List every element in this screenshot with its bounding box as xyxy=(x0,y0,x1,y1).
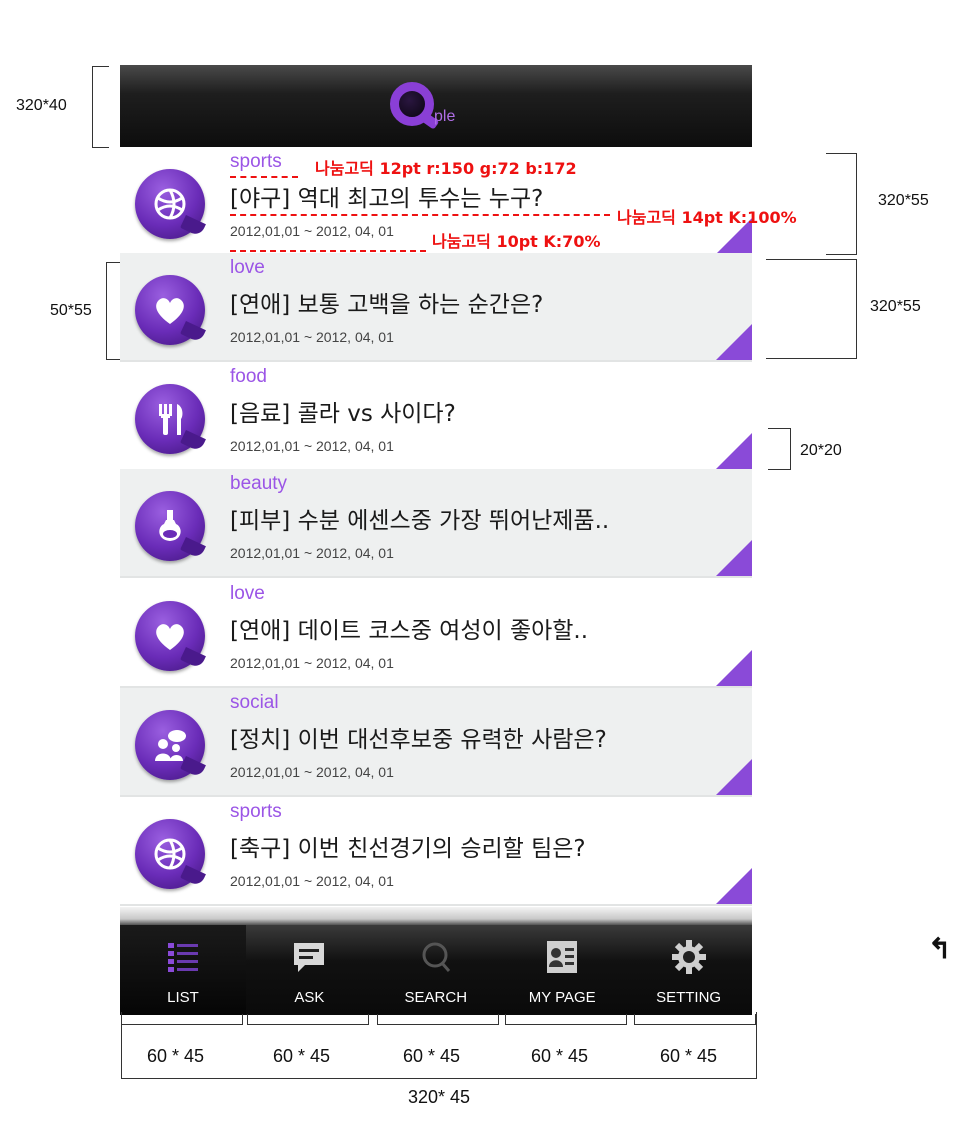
tab-search[interactable]: SEARCH xyxy=(373,925,499,1015)
tabbar-size-bracket xyxy=(121,1012,757,1079)
item-date-range: 2012,01,01 ~ 2012, 04, 01 xyxy=(230,764,394,780)
date-font-note: 나눔고딕 10pt K:70% xyxy=(432,232,601,251)
corner-triangle-icon xyxy=(714,433,752,471)
item-date-range: 2012,01,01 ~ 2012, 04, 01 xyxy=(230,545,394,561)
list-item[interactable]: sports [축구] 이번 친선경기의 승리할 팀은? 2012,01,01 ~ … xyxy=(120,797,752,906)
icon-size-note: 50*55 xyxy=(50,302,92,319)
list-item[interactable]: food [음료] 콜라 vs 사이다? 2012,01,01 ~ 2012, 04… xyxy=(120,362,752,471)
corner-size-note: 20*20 xyxy=(800,442,842,459)
tab-setting[interactable]: SETTING xyxy=(626,925,752,1015)
corner-size-bracket xyxy=(768,428,791,470)
tabbar-shadow xyxy=(120,907,752,927)
tab-ask[interactable]: ASK xyxy=(246,925,372,1015)
item-date-range: 2012,01,01 ~ 2012, 04, 01 xyxy=(230,873,394,889)
corner-triangle-icon xyxy=(714,540,752,578)
title-font-underline xyxy=(230,214,610,216)
item-category: love xyxy=(230,257,265,278)
corner-triangle-icon xyxy=(714,868,752,906)
item-category: food xyxy=(230,366,267,387)
row-size-bracket-1 xyxy=(826,153,857,255)
item-title: [음료] 콜라 vs 사이다? xyxy=(230,401,456,427)
logo-text: ple xyxy=(434,108,456,125)
item-title: [피부] 수분 에센스중 가장 뛰어난제품.. xyxy=(230,508,610,534)
tabbar-size-note: 320* 45 xyxy=(408,1087,471,1107)
list-item[interactable]: love [연애] 보통 고백을 하는 순간은? 2012,01,01 ~ 2012… xyxy=(120,253,752,362)
tab-label: MY PAGE xyxy=(528,989,596,1006)
list-item[interactable]: social [정치] 이번 대선후보중 유력한 사람은? 2012,01,01 ~… xyxy=(120,688,752,797)
row-size-note-2: 320*55 xyxy=(870,298,921,315)
item-category: love xyxy=(230,583,265,604)
category-font-underline xyxy=(230,176,298,178)
item-title: [야구] 역대 최고의 투수는 누구? xyxy=(230,186,544,212)
tab-label: SEARCH xyxy=(404,989,468,1006)
row-size-bracket-2 xyxy=(766,259,857,359)
tab-my-page[interactable]: MY PAGE xyxy=(499,925,625,1015)
category-font-note: 나눔고딕 12pt r:150 g:72 b:172 xyxy=(315,159,577,178)
app-logo: ple xyxy=(390,82,480,140)
item-date-range: 2012,01,01 ~ 2012, 04, 01 xyxy=(230,329,394,345)
row-divider xyxy=(120,904,752,906)
tab-bar: LIST ASK SEARCH MY PAGE SETTING xyxy=(120,925,752,1015)
title-font-note: 나눔고딕 14pt K:100% xyxy=(617,208,797,227)
corner-triangle-icon xyxy=(714,650,752,688)
row-size-note-1: 320*55 xyxy=(878,192,929,209)
item-title: [연애] 데이트 코스중 여성이 좋아할.. xyxy=(230,618,589,644)
date-font-underline xyxy=(230,250,426,252)
tab-label: SETTING xyxy=(656,989,722,1006)
corner-triangle-icon xyxy=(714,759,752,797)
back-arrow-icon: ↰ xyxy=(928,933,952,964)
item-date-range: 2012,01,01 ~ 2012, 04, 01 xyxy=(230,438,394,454)
item-title: [축구] 이번 친선경기의 승리할 팀은? xyxy=(230,836,586,862)
item-title: [연애] 보통 고백을 하는 순간은? xyxy=(230,292,544,318)
list-item[interactable]: love [연애] 데이트 코스중 여성이 좋아할.. 2012,01,01 ~ 2… xyxy=(120,579,752,688)
header-size-bracket xyxy=(92,66,109,148)
item-category: sports xyxy=(230,151,282,172)
item-category: beauty xyxy=(230,473,288,494)
item-date-range: 2012,01,01 ~ 2012, 04, 01 xyxy=(230,655,394,671)
list-item[interactable]: beauty [피부] 수분 에센스중 가장 뛰어난제품.. 2012,01,01 … xyxy=(120,469,752,578)
tab-label: LIST xyxy=(167,989,199,1006)
item-title: [정치] 이번 대선후보중 유력한 사람은? xyxy=(230,727,607,753)
tab-list[interactable]: LIST xyxy=(120,925,246,1015)
header-size-note: 320*40 xyxy=(16,97,67,114)
item-date-range: 2012,01,01 ~ 2012, 04, 01 xyxy=(230,223,394,239)
tab-label: ASK xyxy=(294,989,325,1006)
row-divider xyxy=(120,576,752,578)
item-category: social xyxy=(230,692,279,713)
corner-triangle-icon xyxy=(714,324,752,362)
icon-size-bracket xyxy=(106,262,121,360)
item-category: sports xyxy=(230,801,282,822)
